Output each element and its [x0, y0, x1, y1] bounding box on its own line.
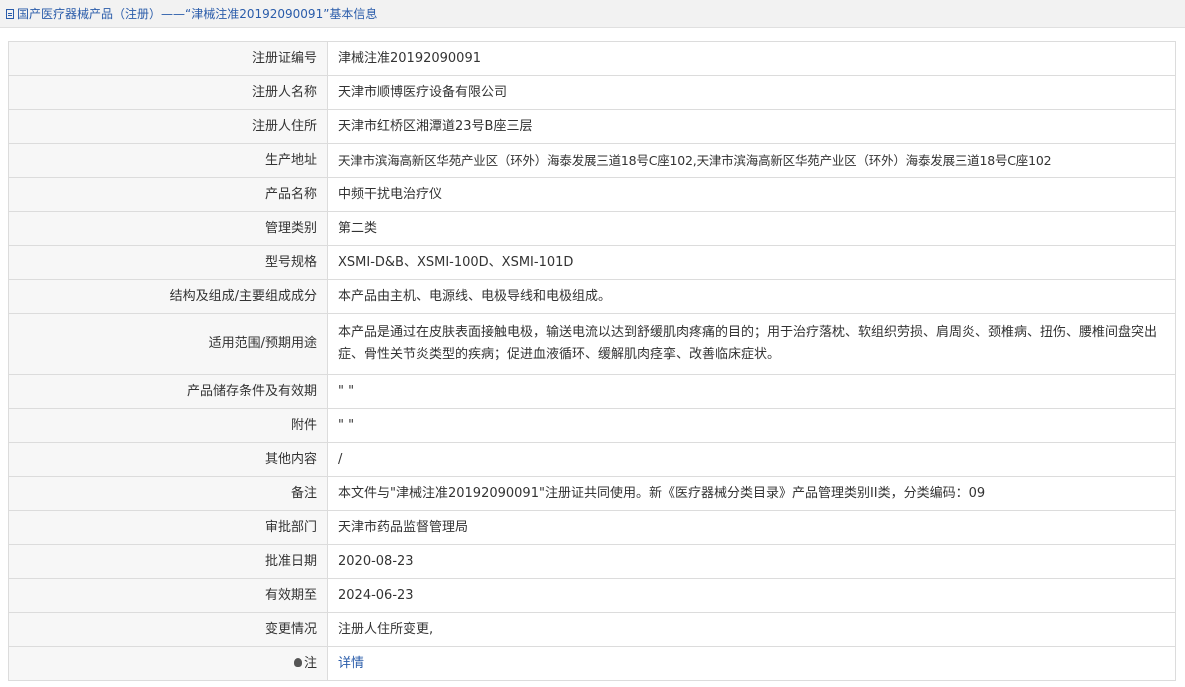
row-value: 本产品是通过在皮肤表面接触电极，输送电流以达到舒缓肌肉疼痛的目的；用于治疗落枕、… [327, 313, 1176, 375]
table-row: 结构及组成/主要组成成分 本产品由主机、电源线、电极导线和电极组成。 [8, 279, 1176, 314]
row-label: 有效期至 [8, 578, 328, 613]
note-value-cell: 详情 [327, 646, 1176, 681]
row-value: 2024-06-23 [327, 578, 1176, 613]
row-label: 结构及组成/主要组成成分 [8, 279, 328, 314]
table-row: 审批部门 天津市药品监督管理局 [8, 510, 1176, 545]
breadcrumb-text: 国产医疗器械产品（注册）——“津械注准20192090091”基本信息 [17, 7, 378, 21]
row-label: 生产地址 [8, 143, 328, 178]
table-row: 生产地址 天津市滨海高新区华苑产业区（环外）海泰发展三道18号C座102,天津市… [8, 143, 1176, 178]
row-label: 附件 [8, 408, 328, 443]
table-row: 批准日期 2020-08-23 [8, 544, 1176, 579]
row-value: XSMI-D&B、XSMI-100D、XSMI-101D [327, 245, 1176, 280]
row-value: 天津市药品监督管理局 [327, 510, 1176, 545]
table-row: 注册证编号 津械注准20192090091 [8, 41, 1176, 76]
table-row: 管理类别 第二类 [8, 211, 1176, 246]
row-label: 产品储存条件及有效期 [8, 374, 328, 409]
row-value: " " [327, 374, 1176, 409]
row-label: 注册证编号 [8, 41, 328, 76]
row-label: 管理类别 [8, 211, 328, 246]
row-label: 注册人住所 [8, 109, 328, 144]
row-label: 注册人名称 [8, 75, 328, 110]
note-label-cell: 注 [8, 646, 328, 681]
registration-info-table: 注册证编号 津械注准20192090091 注册人名称 天津市顺博医疗设备有限公… [8, 41, 1176, 681]
row-value: 本文件与"津械注准20192090091"注册证共同使用。新《医疗器械分类目录》… [327, 476, 1176, 511]
row-label: 适用范围/预期用途 [8, 313, 328, 375]
row-label: 型号规格 [8, 245, 328, 280]
lightbulb-icon [293, 657, 302, 667]
row-label: 产品名称 [8, 177, 328, 212]
table-row: 适用范围/预期用途 本产品是通过在皮肤表面接触电极，输送电流以达到舒缓肌肉疼痛的… [8, 313, 1176, 375]
table-row: 注册人住所 天津市红桥区湘潭道23号B座三层 [8, 109, 1176, 144]
row-value: 天津市滨海高新区华苑产业区（环外）海泰发展三道18号C座102,天津市滨海高新区… [327, 143, 1176, 178]
table-row: 注册人名称 天津市顺博医疗设备有限公司 [8, 75, 1176, 110]
table-row: 变更情况 注册人住所变更, [8, 612, 1176, 647]
row-value: / [327, 442, 1176, 477]
row-value: 2020-08-23 [327, 544, 1176, 579]
row-label: 其他内容 [8, 442, 328, 477]
table-row-note: 注 详情 [8, 646, 1176, 681]
row-value: 津械注准20192090091 [327, 41, 1176, 76]
row-label: 备注 [8, 476, 328, 511]
table-row: 型号规格 XSMI-D&B、XSMI-100D、XSMI-101D [8, 245, 1176, 280]
row-label: 变更情况 [8, 612, 328, 647]
row-label: 批准日期 [8, 544, 328, 579]
table-row: 有效期至 2024-06-23 [8, 578, 1176, 613]
row-value: 第二类 [327, 211, 1176, 246]
document-icon [6, 8, 14, 19]
row-value: 中频干扰电治疗仪 [327, 177, 1176, 212]
table-row: 其他内容 / [8, 442, 1176, 477]
table-row: 产品名称 中频干扰电治疗仪 [8, 177, 1176, 212]
note-label: 注 [303, 655, 317, 671]
table-row: 产品储存条件及有效期 " " [8, 374, 1176, 409]
row-value: 注册人住所变更, [327, 612, 1176, 647]
row-value: 天津市红桥区湘潭道23号B座三层 [327, 109, 1176, 144]
details-link[interactable]: 详情 [338, 656, 364, 671]
row-label: 审批部门 [8, 510, 328, 545]
row-value: 本产品由主机、电源线、电极导线和电极组成。 [327, 279, 1176, 314]
table-row: 附件 " " [8, 408, 1176, 443]
row-value: 天津市顺博医疗设备有限公司 [327, 75, 1176, 110]
breadcrumb: 国产医疗器械产品（注册）——“津械注准20192090091”基本信息 [0, 0, 1185, 28]
row-value: " " [327, 408, 1176, 443]
table-row: 备注 本文件与"津械注准20192090091"注册证共同使用。新《医疗器械分类… [8, 476, 1176, 511]
